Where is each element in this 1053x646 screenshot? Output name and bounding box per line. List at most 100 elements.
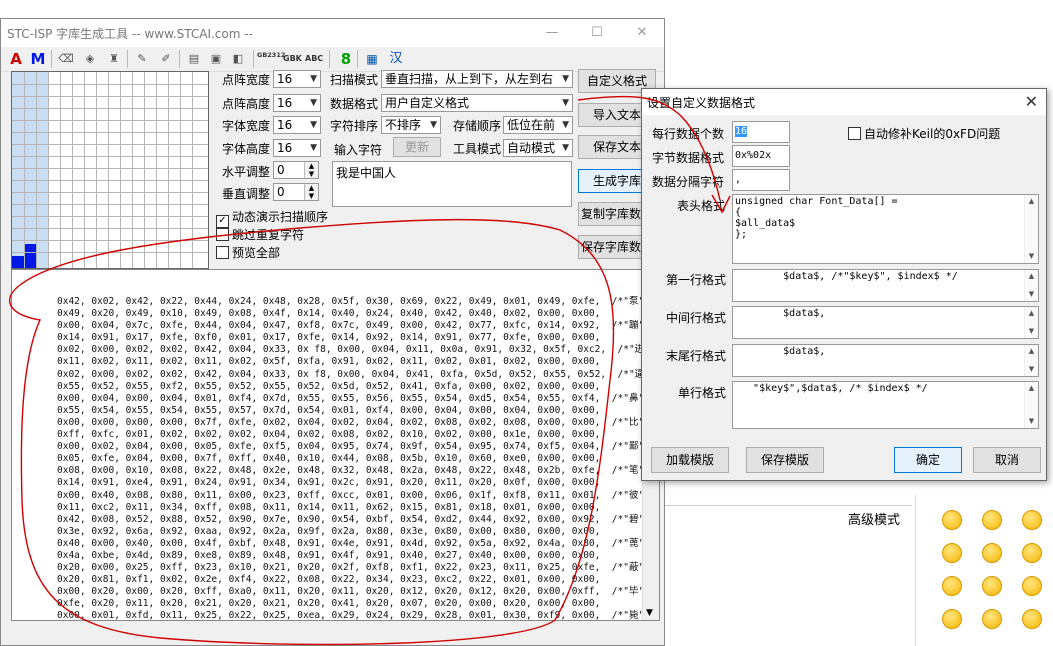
textarea-scrollbar[interactable]: ▲ ▼ (1024, 382, 1038, 428)
dot-width-select[interactable]: 16 ▼ (273, 70, 321, 88)
checkbox-icon[interactable] (216, 246, 229, 259)
dialog-title: 设置自定义数据格式 (647, 96, 756, 110)
toolbar-separator (329, 50, 330, 68)
emoji-icon[interactable] (982, 609, 1002, 629)
output-line: 0xff, 0xfc, 0x01, 0x02, 0x02, 0x02, 0x04… (57, 429, 601, 441)
emoji-icon[interactable] (942, 510, 962, 530)
eraser-icon[interactable]: ⌫ (57, 49, 75, 69)
scroll-up-icon[interactable]: ▲ (1025, 196, 1038, 207)
output-line: 0x11, 0x02, 0x11, 0x02, 0x11, 0x02, 0x5f… (57, 356, 601, 368)
first-line-textarea[interactable]: $data$, /*"$key$", $index$ */▲ ▼ (732, 269, 1039, 302)
separator-input[interactable]: , (732, 169, 790, 191)
chk-animate-scan[interactable]: ✓ 动态演示扫描顺序 (216, 208, 328, 228)
minimize-button[interactable]: — (537, 23, 567, 43)
spinner-arrows-icon[interactable]: ▲ ▼ (304, 184, 318, 200)
ok-button[interactable]: 确定 (894, 447, 962, 473)
dot-height-select[interactable]: 16 ▼ (273, 94, 321, 112)
font-height-select[interactable]: 16 ▼ (273, 139, 321, 157)
textarea-scrollbar[interactable]: ▲ ▼ (1024, 307, 1038, 338)
emoji-icon[interactable] (942, 609, 962, 629)
output-line: 0x00, 0x04, 0x7c, 0xfe, 0x44, 0x04, 0x47… (57, 320, 660, 332)
header-format-textarea[interactable]: unsigned char Font_Data[] = { $all_data$… (732, 194, 1039, 264)
scan-mode-select[interactable]: 垂直扫描，从上到下，从左到右 ▼ (381, 70, 573, 88)
gb2312-button[interactable]: GB2312 (257, 51, 285, 71)
store-order-select[interactable]: 低位在前 ▼ (503, 116, 573, 134)
v-adjust-spinner[interactable]: 0 ▲ ▼ (273, 183, 319, 201)
header-format-label: 表头格式 (677, 199, 726, 213)
scroll-up-icon[interactable]: ▲ (1025, 346, 1038, 357)
cancel-button[interactable]: 取消 (973, 447, 1041, 473)
update-button[interactable]: 更新 (393, 137, 441, 157)
fill-icon[interactable]: ◈ (81, 49, 99, 69)
stamp-icon[interactable]: ♜ (105, 49, 123, 69)
bytes-per-line-input[interactable]: 16 (732, 121, 790, 143)
grid-icon[interactable]: ▦ (363, 49, 381, 69)
emoji-icon[interactable] (982, 576, 1002, 596)
h-adjust-spinner[interactable]: 0 ▲ ▼ (273, 161, 319, 179)
scroll-down-icon[interactable]: ▼ (1025, 326, 1038, 337)
checkbox-icon[interactable] (216, 228, 229, 241)
close-button[interactable]: ✕ (627, 23, 657, 43)
digit-button[interactable]: 8 (337, 49, 355, 69)
textarea-scrollbar[interactable]: ▲ ▼ (1024, 345, 1038, 376)
separator-label: 数据分隔字符 (652, 175, 725, 189)
emoji-icon[interactable] (942, 576, 962, 596)
pencil-icon[interactable]: ✎ (133, 49, 151, 69)
emoji-icon[interactable] (1022, 510, 1042, 530)
scroll-down-icon[interactable]: ▼ (1025, 416, 1038, 427)
open-folder-icon[interactable]: ▤ (185, 49, 203, 69)
scan-mode-label: 扫描模式 (330, 73, 379, 87)
textarea-scrollbar[interactable]: ▲ ▼ (1024, 195, 1038, 263)
keil-fix-checkbox[interactable]: 自动修补Keil的0xFD问题 (848, 125, 1000, 142)
save-icon[interactable]: ▣ (207, 49, 225, 69)
scroll-up-icon[interactable]: ▲ (1025, 271, 1038, 282)
char-sort-select[interactable]: 不排序 ▼ (381, 116, 441, 134)
advanced-mode-tab[interactable]: 高级模式 (662, 505, 912, 529)
emoji-icon[interactable] (1022, 576, 1042, 596)
middle-line-value: $data$, (735, 308, 826, 319)
background-divider (915, 495, 916, 646)
font-tool-window: STC-ISP 字库生成工具 -- www.STCAI.com -- — ☐ ✕… (0, 18, 665, 646)
color-red-button[interactable]: A (7, 49, 25, 69)
scroll-down-icon[interactable]: ▼ (1025, 251, 1038, 262)
data-format-select[interactable]: 用户自定义格式 ▼ (381, 94, 573, 112)
maximize-button[interactable]: ☐ (582, 23, 612, 43)
scroll-down-icon[interactable]: ▼ (646, 608, 653, 618)
font-data-output[interactable]: 0x42, 0x02, 0x42, 0x22, 0x44, 0x24, 0x48… (11, 269, 660, 621)
single-line-textarea[interactable]: "$key$",$data$, /* $index$ */▲ ▼ (732, 381, 1039, 429)
emoji-icon[interactable] (1022, 543, 1042, 563)
chinese-button[interactable]: 汉 (387, 49, 405, 69)
textarea-scrollbar[interactable]: ▲ ▼ (1024, 270, 1038, 301)
emoji-icon[interactable] (982, 543, 1002, 563)
close-icon[interactable]: ✕ (1025, 92, 1038, 111)
char-sort-value: 不排序 (385, 118, 422, 132)
scroll-down-icon[interactable]: ▼ (1025, 289, 1038, 300)
char-input-textarea[interactable]: 我是中国人 (332, 161, 572, 207)
scroll-up-icon[interactable]: ▲ (1025, 383, 1038, 394)
load-template-button[interactable]: 加载模版 (651, 447, 729, 473)
output-line: 0x00, 0x20, 0x00, 0x20, 0xff, 0xa0, 0x11… (57, 586, 660, 598)
chk-preview-all[interactable]: 预览全部 (216, 244, 280, 261)
scroll-down-icon[interactable]: ▼ (1025, 364, 1038, 375)
emoji-icon[interactable] (982, 510, 1002, 530)
scan-mode-value: 垂直扫描，从上到下，从左到右 (385, 72, 554, 86)
color-blue-button[interactable]: M (29, 49, 47, 69)
gbk-button[interactable]: GBK (283, 49, 302, 69)
tool-mode-select[interactable]: 自动模式 ▼ (503, 139, 573, 157)
emoji-icon[interactable] (1022, 609, 1042, 629)
save-as-icon[interactable]: ◧ (229, 49, 247, 69)
byte-format-input[interactable]: 0x%02x (732, 145, 790, 167)
last-line-textarea[interactable]: $data$, ▲ ▼ (732, 344, 1039, 377)
dot-matrix-grid[interactable] (11, 71, 209, 269)
middle-line-textarea[interactable]: $data$, ▲ ▼ (732, 306, 1039, 339)
scroll-up-icon[interactable]: ▲ (1025, 308, 1038, 319)
brush-icon[interactable]: ✐ (157, 49, 175, 69)
font-width-select[interactable]: 16 ▼ (273, 116, 321, 134)
abc-button[interactable]: ABC (305, 49, 323, 69)
save-template-button[interactable]: 保存模版 (746, 447, 824, 473)
checkbox-icon[interactable] (848, 127, 861, 140)
spinner-arrows-icon[interactable]: ▲ ▼ (304, 162, 318, 178)
chk-skip-duplicates[interactable]: 跳过重复字符 (216, 226, 304, 243)
output-line: 0x05, 0xfe, 0x04, 0x00, 0x7f, 0xff, 0x40… (57, 453, 601, 465)
emoji-icon[interactable] (942, 543, 962, 563)
